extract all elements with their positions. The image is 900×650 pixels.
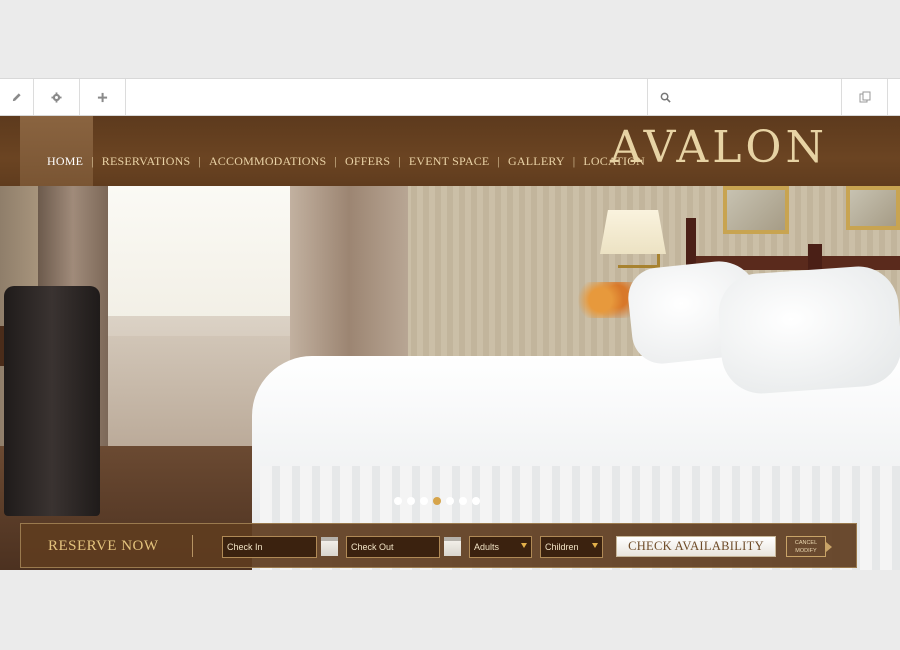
chevron-down-icon [521,543,527,548]
nav-gallery[interactable]: GALLERY [508,154,565,169]
curtain [290,186,408,361]
calendar-icon[interactable] [444,537,461,556]
editor-toolbar [0,78,900,116]
hero-slideshow: RESERVE NOW Check In Check Out Adults Ch… [0,186,900,570]
nav-separator: | [572,154,576,168]
check-out-field[interactable]: Check Out [346,536,440,558]
slider-dots [394,497,480,505]
search-icon [660,92,671,103]
chevron-down-icon [592,543,598,548]
flower-vase [578,282,634,318]
slider-dot[interactable] [394,497,402,505]
wall-painting [846,186,900,230]
slider-dot[interactable] [420,497,428,505]
nav-offers[interactable]: OFFERS [345,154,390,169]
wall-painting [723,186,789,234]
reservation-bar: RESERVE NOW Check In Check Out Adults Ch… [20,523,857,568]
adults-select[interactable]: Adults [469,536,532,558]
nav-reservations[interactable]: RESERVATIONS [102,154,191,169]
children-select[interactable]: Children [540,536,603,558]
nav-accommodations[interactable]: ACCOMMODATIONS [209,154,326,169]
toolbar-spacer [126,79,648,115]
copy-button[interactable] [842,79,888,115]
nav-home[interactable]: HOME [47,154,83,169]
main-nav: HOME | RESERVATIONS | ACCOMMODATIONS | O… [47,154,645,169]
plus-icon [97,92,108,102]
search-button[interactable] [648,79,842,115]
pillow [716,263,900,397]
leather-chair [4,286,100,516]
check-in-field[interactable]: Check In [222,536,317,558]
add-button[interactable] [80,79,126,115]
cancel-modify-button[interactable]: CANCEL MODIFY [786,536,832,557]
slider-dot[interactable] [472,497,480,505]
slider-dot[interactable] [446,497,454,505]
nav-separator: | [198,154,201,168]
check-availability-button[interactable]: CHECK AVAILABILITY [616,536,776,557]
copy-icon [859,91,870,103]
reserve-now-title: RESERVE NOW [48,538,159,554]
slider-dot-active[interactable] [433,497,441,505]
site-header: HOME | RESERVATIONS | ACCOMMODATIONS | O… [0,116,900,186]
site-logo[interactable]: AVALON [610,122,828,173]
cancel-label: CANCEL [794,540,818,546]
gear-icon [51,91,62,103]
adults-label: Adults [474,542,500,552]
edit-button[interactable] [0,79,34,115]
modify-label: MODIFY [795,548,817,554]
nav-separator: | [334,154,338,168]
hotel-website: HOME | RESERVATIONS | ACCOMMODATIONS | O… [0,116,900,570]
nav-separator: | [398,154,401,168]
divider [192,535,193,557]
calendar-icon[interactable] [321,537,338,556]
nav-event-space[interactable]: EVENT SPACE [409,154,490,169]
home-tab-highlight [20,116,93,186]
pencil-icon [12,92,21,101]
children-label: Children [545,542,579,552]
settings-button[interactable] [34,79,80,115]
nav-separator: | [91,154,94,168]
nav-separator: | [497,154,501,168]
slider-dot[interactable] [459,497,467,505]
slider-dot[interactable] [407,497,415,505]
wall-lamp [600,210,666,254]
